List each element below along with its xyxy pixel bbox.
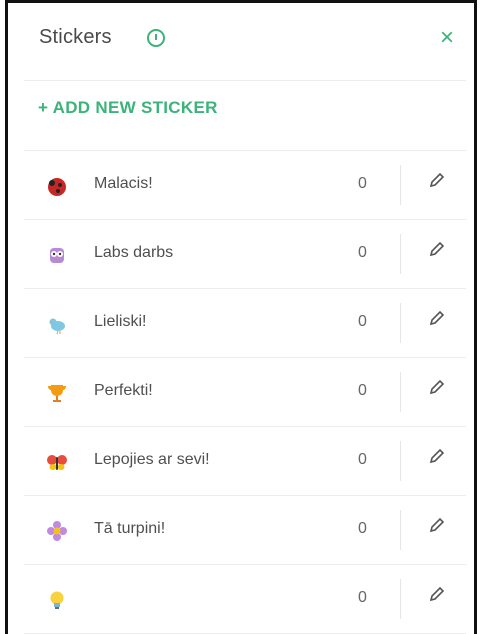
butterfly-icon xyxy=(47,455,67,470)
bird-icon xyxy=(49,318,65,335)
sticker-count: 0 xyxy=(358,244,367,261)
sticker-row: Tā turpini! 0 xyxy=(24,496,466,565)
pencil-icon[interactable] xyxy=(428,309,446,327)
sticker-count: 0 xyxy=(358,589,367,606)
sticker-label: Lieliski! xyxy=(94,313,147,330)
pencil-icon[interactable] xyxy=(428,240,446,258)
sticker-count: 0 xyxy=(358,451,367,468)
stickers-panel: Stickers × + ADD NEW STICKER Malacis! 0 xyxy=(24,0,466,634)
sticker-count: 0 xyxy=(358,175,367,192)
pencil-icon[interactable] xyxy=(428,516,446,534)
pencil-icon[interactable] xyxy=(428,585,446,603)
sticker-count: 0 xyxy=(358,382,367,399)
panel-header: Stickers × xyxy=(24,0,466,81)
row-divider xyxy=(400,441,401,481)
sticker-row: Malacis! 0 xyxy=(24,151,466,220)
sticker-row: Lieliski! 0 xyxy=(24,289,466,358)
owl-icon xyxy=(50,248,64,263)
row-divider xyxy=(400,303,401,343)
sticker-count: 0 xyxy=(358,313,367,330)
sticker-label: Perfekti! xyxy=(94,382,153,399)
flower-icon xyxy=(47,521,67,541)
row-divider xyxy=(400,165,401,205)
pencil-icon[interactable] xyxy=(428,378,446,396)
sticker-count: 0 xyxy=(358,520,367,537)
row-divider xyxy=(400,234,401,274)
ladybug-icon xyxy=(48,178,66,196)
sticker-row: 0 xyxy=(24,565,466,634)
sticker-row: Lepojies ar sevi! 0 xyxy=(24,427,466,496)
info-icon[interactable] xyxy=(147,29,165,47)
trophy-icon xyxy=(48,385,66,402)
close-icon[interactable]: × xyxy=(440,26,454,50)
pencil-icon[interactable] xyxy=(428,171,446,189)
row-divider xyxy=(400,510,401,550)
row-divider xyxy=(400,579,401,619)
row-divider xyxy=(400,372,401,412)
pencil-icon[interactable] xyxy=(428,447,446,465)
sticker-label: Labs darbs xyxy=(94,244,174,261)
sticker-label: Tā turpini! xyxy=(94,520,166,537)
panel-title: Stickers xyxy=(39,26,112,48)
sticker-list: Malacis! 0 Labs darbs 0 Lieliski! 0 Perf… xyxy=(24,150,466,634)
lightbulb-icon xyxy=(50,591,64,609)
sticker-label: Malacis! xyxy=(94,175,153,192)
sticker-row: Labs darbs 0 xyxy=(24,220,466,289)
sticker-label: Lepojies ar sevi! xyxy=(94,451,210,468)
add-new-sticker-button[interactable]: + ADD NEW STICKER xyxy=(38,98,218,118)
sticker-row: Perfekti! 0 xyxy=(24,358,466,427)
